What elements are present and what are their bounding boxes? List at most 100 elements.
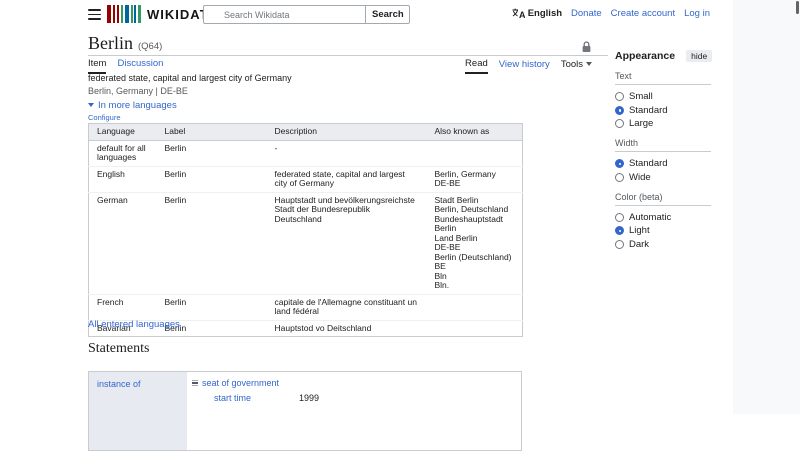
appearance-hide-button[interactable]: hide — [686, 50, 713, 62]
page-background-gutter — [733, 0, 800, 414]
entity-id: (Q64) — [138, 41, 163, 52]
alias-item: DE-BE — [434, 178, 461, 188]
column-header: Description — [266, 123, 427, 141]
radio-label: Wide — [629, 171, 651, 183]
appearance-section-label: Color (beta) — [615, 192, 711, 206]
appearance-section-label: Text — [615, 71, 711, 85]
description-cell: federated state, capital and largest cit… — [266, 165, 427, 192]
tab-discussion[interactable]: Discussion — [117, 58, 163, 74]
description-cell: - — [274, 142, 278, 153]
scrollbar-thumb[interactable] — [796, 1, 799, 14]
radio-label: Automatic — [629, 211, 672, 223]
language-table: Language Label Description Also known as de… — [88, 123, 523, 337]
appearance-section-label: Width — [615, 138, 711, 152]
radio-group: Small Standard Large — [615, 91, 711, 129]
aliases-cell — [427, 140, 523, 166]
all-entered-languages-link[interactable]: All entered languages — [88, 319, 180, 330]
table-row: default for all languages Berlin - — [89, 140, 523, 166]
statement-main: seat of government start time 1999 — [187, 372, 521, 450]
radio-group: Standard Wide — [615, 158, 711, 183]
statement-value-link[interactable]: seat of government — [202, 378, 279, 388]
radio-label: Standard — [629, 104, 668, 116]
appearance-panel: Appearance hide Text Small Standard Large Wi… — [615, 50, 713, 252]
label-cell: Berlin — [164, 142, 187, 153]
property-link[interactable]: instance of — [97, 379, 141, 389]
alias-item: Bundeshauptstadt Berlin — [434, 213, 504, 233]
language-cell: French — [88, 293, 157, 320]
radio-option-standard[interactable]: Standard — [615, 105, 711, 116]
alias-item: Bln. — [434, 280, 450, 290]
column-header: Language — [88, 123, 157, 141]
radio-option-automatic[interactable]: Automatic — [615, 212, 711, 223]
radio-label: Large — [629, 118, 654, 129]
aliases-cell — [426, 293, 523, 320]
table-header-row: Language Label Description Also known as — [88, 123, 523, 141]
radio-icon — [615, 239, 624, 249]
language-cell: German — [88, 191, 157, 294]
appearance-section: Text Small Standard Large — [615, 71, 711, 129]
radio-icon — [615, 119, 624, 128]
chevron-down-icon — [586, 62, 592, 66]
configure-link[interactable]: Configure — [88, 113, 121, 122]
entity-label-line: Berlin, Germany | DE-BE — [88, 86, 188, 96]
radio-label: Standard — [629, 158, 668, 169]
header-link[interactable]: Create account — [611, 8, 675, 19]
page-title: Berlin — [88, 33, 133, 53]
page-heading: Berlin (Q64) — [88, 33, 162, 54]
appearance-title: Appearance — [615, 50, 676, 62]
language-cell: default for all languages — [97, 142, 146, 162]
aliases-cell: Stadt Berlin Berlin, Deutschland Bundeshau… — [426, 191, 523, 294]
entity-description: federated state, capital and largest cit… — [88, 73, 292, 83]
statement-group: instance of seat of government start tim… — [88, 371, 522, 451]
radio-option-light[interactable]: Light — [615, 225, 711, 236]
header-link[interactable]: Log in — [684, 8, 710, 19]
label-cell: Berlin — [156, 293, 267, 320]
radio-option-standard[interactable]: Standard — [615, 158, 711, 169]
radio-icon — [615, 212, 624, 222]
tab-tools[interactable]: Tools — [561, 59, 592, 73]
radio-option-large[interactable]: Large — [615, 118, 711, 129]
more-languages-toggle[interactable]: In more languages — [88, 100, 177, 111]
statements-heading: Statements — [88, 341, 150, 356]
tab-item[interactable]: Item — [88, 58, 107, 74]
tab-read[interactable]: Read — [465, 58, 488, 74]
radio-option-dark[interactable]: Dark — [615, 239, 711, 250]
appearance-section: Width Standard Wide — [615, 138, 711, 183]
radio-icon — [615, 159, 624, 168]
radio-icon — [615, 172, 624, 182]
radio-icon — [615, 105, 624, 115]
column-header: Label — [156, 123, 267, 141]
statement-property-cell: instance of — [89, 372, 187, 450]
triangle-down-icon — [88, 103, 94, 107]
radio-option-wide[interactable]: Wide — [615, 172, 711, 183]
table-row: English Berlin federated state, capital an… — [88, 165, 523, 192]
column-header: Also known as — [426, 123, 523, 141]
content-area: Berlin (Q64) Item Discussion Read View h… — [88, 0, 608, 451]
aliases-cell: Berlin, Germany DE-BE — [426, 165, 523, 192]
label-cell: Berlin — [156, 165, 267, 192]
rank-selector-icon[interactable] — [192, 379, 198, 387]
radio-icon — [615, 92, 624, 101]
appearance-section: Color (beta) Automatic Light Dark — [615, 192, 711, 250]
description-cell: capitale de l'Allemagne constituant un l… — [266, 293, 427, 320]
alias-item: Berlin (Deutschland) — [434, 251, 512, 262]
qualifier-row: start time 1999 — [214, 393, 521, 403]
radio-group: Automatic Light Dark — [615, 212, 711, 250]
qualifier-property-link[interactable]: start time — [214, 393, 299, 403]
table-row: German Berlin Hauptstadt und bevölkerungsr… — [88, 191, 523, 294]
radio-icon — [615, 226, 624, 235]
label-cell: Berlin — [156, 191, 267, 294]
title-divider — [88, 55, 608, 56]
table-row: French Berlin capitale de l'Allemagne cons… — [88, 293, 523, 320]
radio-label: Small — [629, 91, 653, 102]
qualifier-value: 1999 — [299, 393, 320, 403]
aliases-cell — [426, 319, 523, 337]
description-cell: Hauptstod vo Deitschland — [266, 319, 427, 337]
radio-label: Dark — [629, 238, 650, 250]
tab-view-history[interactable]: View history — [499, 59, 550, 73]
language-cell: English — [88, 165, 157, 192]
radio-option-small[interactable]: Small — [615, 91, 711, 102]
page-tabs: Item Discussion Read View history Tools — [88, 58, 608, 74]
description-cell: Hauptstadt und bevölkerungsreichste Stad… — [266, 191, 427, 294]
radio-label: Light — [629, 225, 650, 236]
